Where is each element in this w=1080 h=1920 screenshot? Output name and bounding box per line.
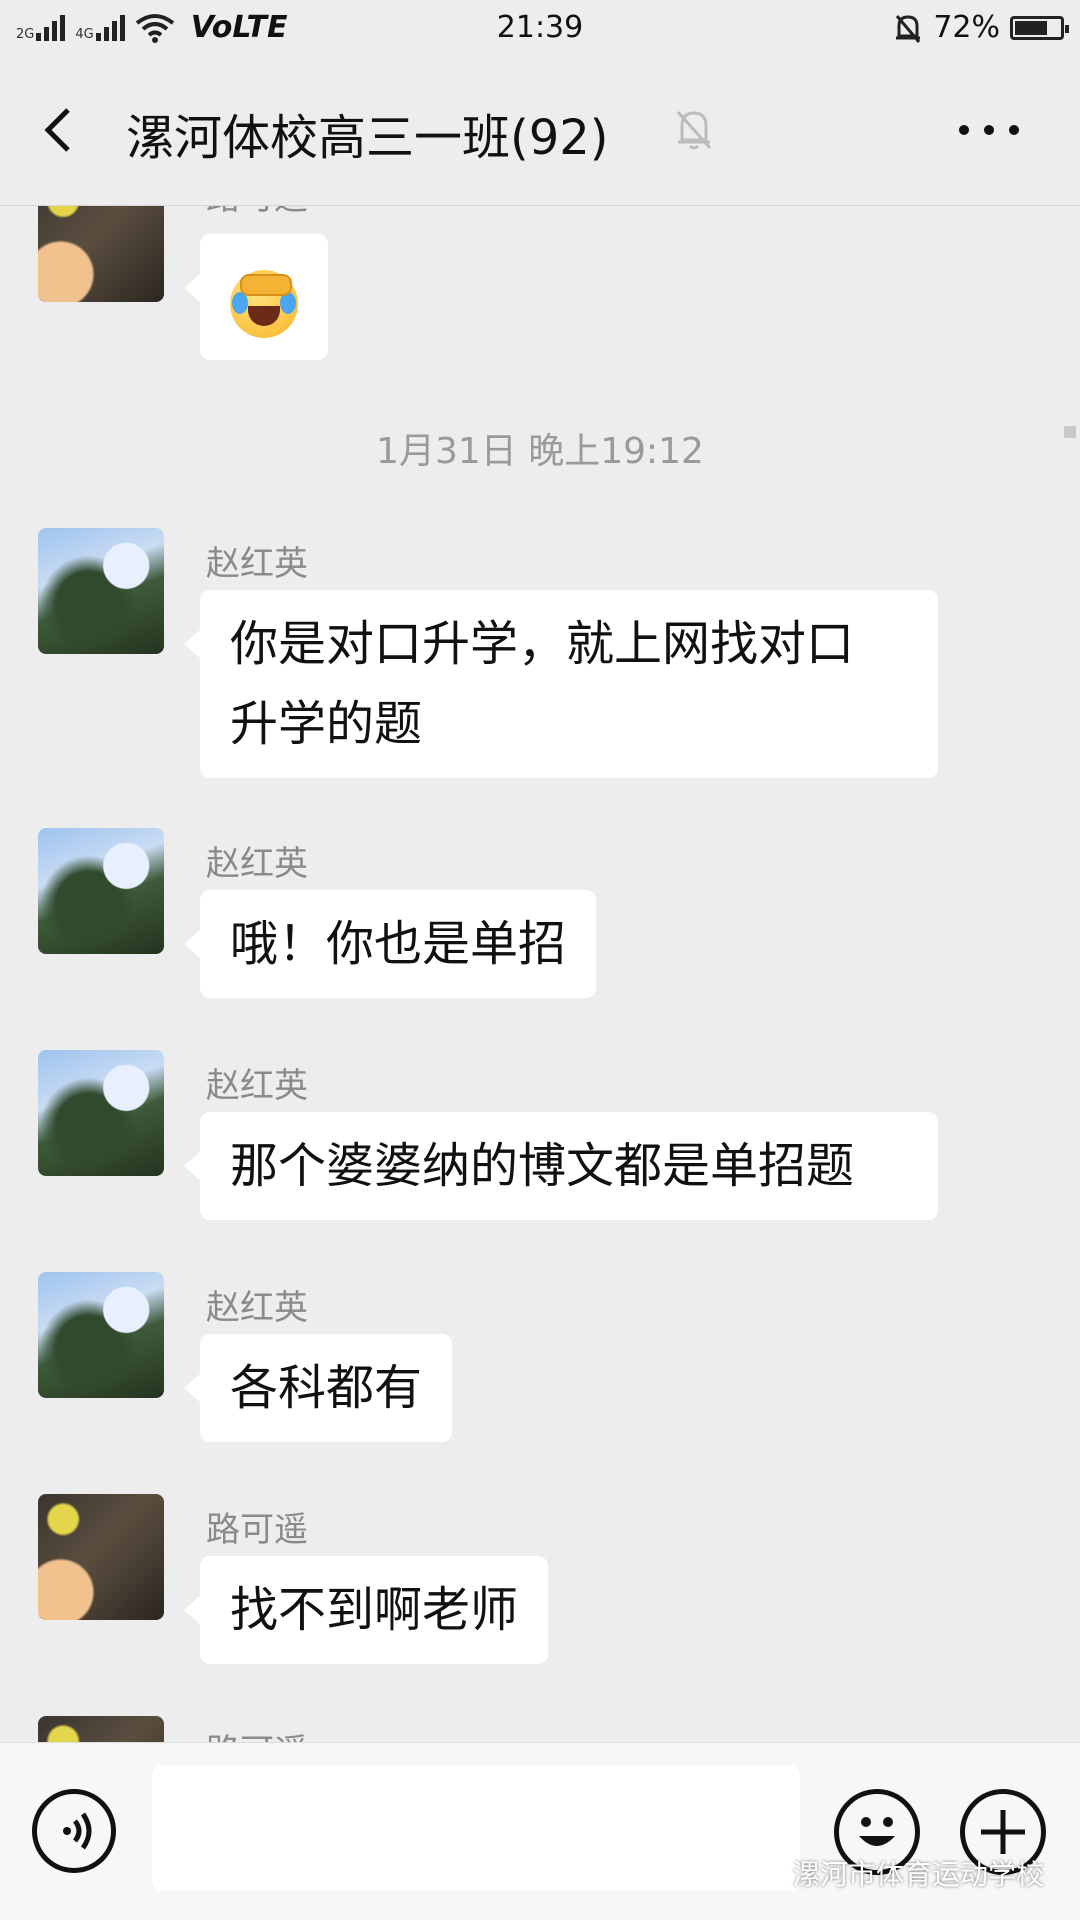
sender-name: 路可遥 [206, 1510, 308, 1550]
battery-percent: 72% [933, 10, 1000, 45]
message-input[interactable] [152, 1765, 800, 1891]
sender-name: 赵红英 [206, 544, 308, 584]
message-text: 找不到啊老师 [230, 1582, 519, 1638]
more-dots-icon[interactable] [956, 122, 1022, 138]
sender-name: 赵红英 [206, 1288, 308, 1328]
battery-icon [1010, 15, 1069, 40]
watermark: 漯河市体育运动学校 [744, 1853, 1044, 1893]
message-bubble[interactable]: 那个婆婆纳的博文都是单招题 [184, 1112, 938, 1220]
message-bubble[interactable]: 你是对口升学，就上网找对口 升学的题 [184, 590, 938, 778]
sender-name: 赵红英 [206, 844, 308, 884]
message-bubble[interactable]: 找不到啊老师 [183, 1556, 549, 1664]
wechat-icon [744, 1859, 784, 1886]
bell-off-icon [676, 111, 712, 150]
message-bubble[interactable] [184, 234, 328, 360]
chat-message-list[interactable]: 路可遥 1月31日 晚上19:12 赵红英 你是对口升学，就上网找对口 升学的题… [0, 206, 1080, 1742]
message-bubble[interactable]: 各科都有 [183, 1334, 453, 1442]
message-text: 你是对口升学，就上网找对口 [230, 616, 855, 672]
voice-input-icon[interactable] [32, 1789, 116, 1873]
watermark-text: 漯河市体育运动学校 [791, 1858, 1044, 1891]
avatar[interactable] [38, 1494, 164, 1620]
sender-name: 路可遥 [206, 1724, 308, 1742]
avatar[interactable] [38, 206, 164, 302]
message-bubble[interactable]: 哦！你也是单招 [183, 890, 597, 998]
chat-timestamp: 1月31日 晚上19:12 [376, 431, 704, 472]
avatar[interactable] [38, 1272, 164, 1398]
voice-wave-icon [63, 1812, 92, 1850]
face-palm-laughing-emoji [230, 270, 298, 338]
sender-name: 赵红英 [206, 1066, 308, 1106]
avatar[interactable] [38, 528, 164, 654]
avatar[interactable] [38, 828, 164, 954]
message-text: 哦！你也是单招 [230, 916, 567, 972]
message-text: 升学的题 [230, 696, 423, 752]
message-text: 那个婆婆纳的博文都是单招题 [230, 1138, 855, 1194]
message-text: 各科都有 [230, 1360, 423, 1416]
chat-header: 漯河体校高三一班(92) [0, 56, 1080, 206]
avatar[interactable] [38, 1716, 164, 1742]
bell-off-icon [896, 14, 921, 43]
chat-title: 漯河体校高三一班(92) [126, 110, 609, 166]
scroll-indicator[interactable] [1064, 426, 1076, 438]
status-bar: 2G 4G VoLTE 21:39 72% [0, 0, 1080, 56]
chevron-left-icon[interactable] [38, 106, 86, 154]
avatar[interactable] [38, 1050, 164, 1176]
input-bar: 漯河市体育运动学校 [0, 1742, 1080, 1920]
sender-name: 路可遥 [206, 206, 308, 219]
